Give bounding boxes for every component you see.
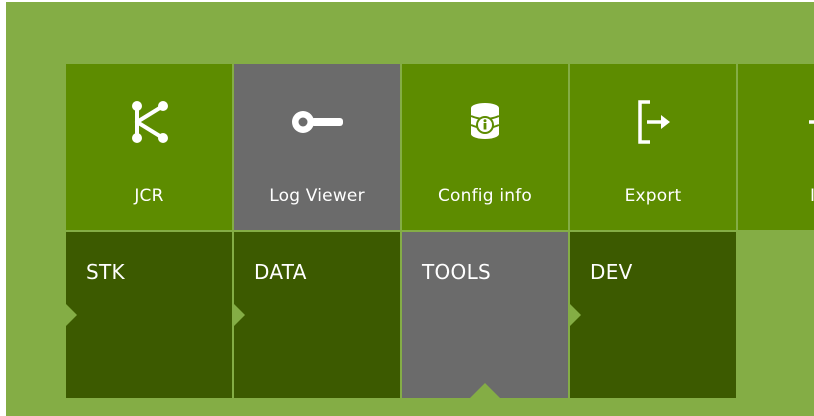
app-frame: JCR Log Viewer Config info Export I STK … [6,2,814,416]
tool-tile-jcr[interactable]: JCR [66,64,232,230]
tool-tile-log-viewer[interactable]: Log Viewer [234,64,400,230]
tool-label-log-viewer: Log Viewer [269,186,365,206]
category-tab-dev[interactable]: DEV [570,232,736,398]
tool-tile-import[interactable]: Im [738,64,814,230]
tab-notch [66,304,77,326]
category-label-dev: DEV [590,260,633,284]
category-label-stk: STK [86,260,125,284]
tool-tiles-row: JCR Log Viewer Config info Export I [66,64,814,230]
tool-label-jcr: JCR [134,186,164,206]
category-tab-stk[interactable]: STK [66,232,232,398]
category-tab-data[interactable]: DATA [234,232,400,398]
category-label-data: DATA [254,260,307,284]
database-info-icon [455,92,515,152]
tool-label-import: Im [810,186,814,206]
tool-tile-export[interactable]: Export [570,64,736,230]
tab-notch [570,304,581,326]
tool-label-config-info: Config info [437,186,533,206]
category-tabs-row: STK DATA TOOLS DEV [66,232,814,398]
category-label-tools: TOOLS [422,260,492,284]
share-nodes-icon [119,92,179,152]
tool-tile-config-info[interactable]: Config info [402,64,568,230]
key-icon [287,92,347,152]
tool-label-export: Export [624,186,682,206]
import-plus-icon [791,92,814,152]
export-arrow-icon [623,92,683,152]
active-tab-caret [470,383,500,398]
tab-notch [234,304,245,326]
category-tab-tools[interactable]: TOOLS [402,232,568,398]
